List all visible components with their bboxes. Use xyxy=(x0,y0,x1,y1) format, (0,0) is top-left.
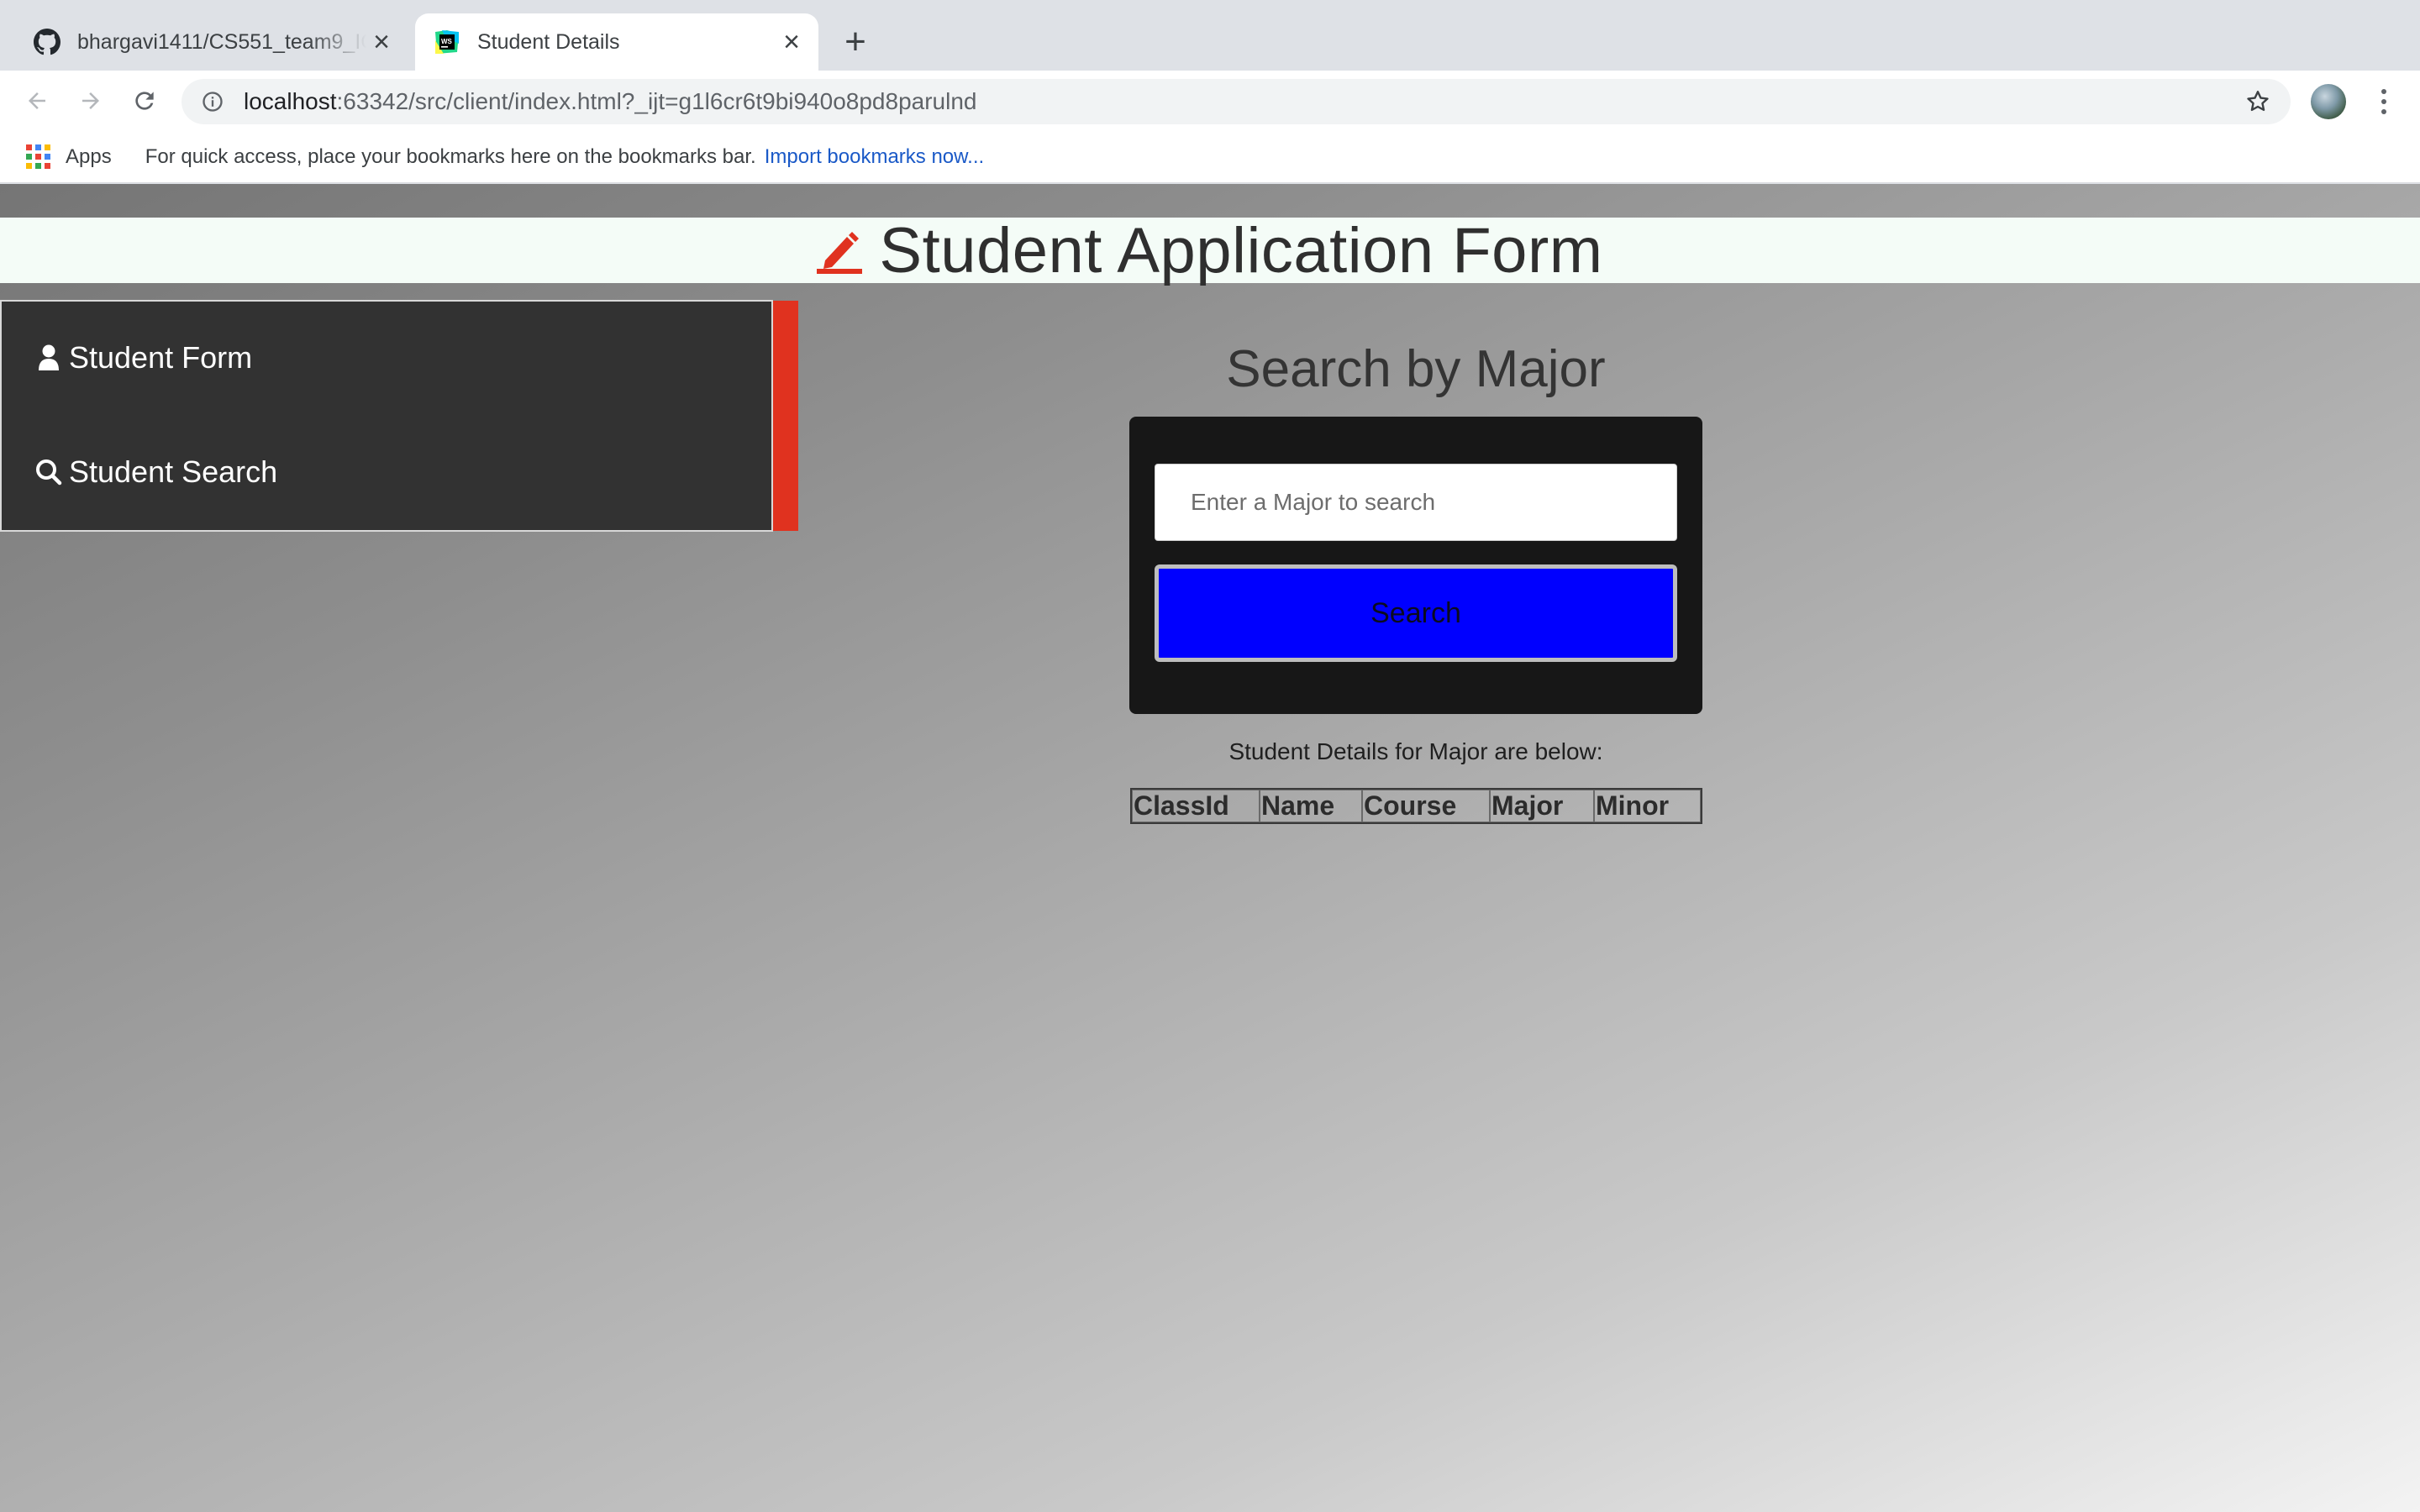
sidebar-item-label: Student Search xyxy=(69,454,278,489)
column-header-minor: Minor xyxy=(1594,790,1701,822)
url-text: localhost:63342/src/client/index.html?_i… xyxy=(244,88,976,115)
github-icon xyxy=(32,27,62,57)
reload-icon[interactable] xyxy=(124,81,165,121)
tab-title: bhargavi1411/CS551_team9_ICP xyxy=(77,29,366,54)
results-header-row: ClassId Name Course Major Minor xyxy=(1132,790,1701,822)
column-header-name: Name xyxy=(1260,790,1362,822)
results-caption: Student Details for Major are below: xyxy=(1228,738,1603,764)
column-header-course: Course xyxy=(1362,790,1490,822)
page-header: Student Application Form xyxy=(0,215,2420,286)
tab-strip: bhargavi1411/CS551_team9_ICP × WS Studen… xyxy=(0,0,2420,71)
page-title: Student Application Form xyxy=(879,214,1603,286)
sidebar-item-label: Student Form xyxy=(69,340,253,375)
browser-toolbar: localhost:63342/src/client/index.html?_i… xyxy=(0,71,2420,131)
sidebar: Student Form Student Search xyxy=(0,300,773,532)
pencil-icon xyxy=(817,232,863,274)
url-host: localhost xyxy=(244,88,337,114)
close-tab-icon[interactable]: × xyxy=(776,27,807,57)
close-tab-icon[interactable]: × xyxy=(366,27,397,57)
sidebar-item-student-form[interactable]: Student Form xyxy=(35,340,252,375)
results-table: ClassId Name Course Major Minor xyxy=(1130,788,1702,824)
info-icon[interactable] xyxy=(200,89,225,114)
search-heading: Search by Major xyxy=(1226,340,1606,398)
search-button[interactable]: Search xyxy=(1155,564,1677,662)
column-header-classid: ClassId xyxy=(1132,790,1260,822)
bookmarks-bar: Apps For quick access, place your bookma… xyxy=(0,131,2420,183)
page-viewport: Student Application Form Student Form St… xyxy=(0,184,2420,1512)
back-arrow-icon[interactable] xyxy=(17,81,57,121)
webstorm-icon: WS xyxy=(432,27,462,57)
tab-github[interactable]: bhargavi1411/CS551_team9_ICP × xyxy=(15,13,408,71)
new-tab-button[interactable]: + xyxy=(839,22,872,62)
search-panel: Search xyxy=(1129,417,1702,714)
bookmarks-hint: For quick access, place your bookmarks h… xyxy=(145,144,756,168)
apps-grid-icon[interactable] xyxy=(25,144,50,170)
sidebar-item-student-search[interactable]: Student Search xyxy=(35,454,277,490)
svg-text:WS: WS xyxy=(441,38,453,45)
profile-avatar[interactable] xyxy=(2311,84,2346,119)
major-search-input[interactable] xyxy=(1155,464,1677,541)
forward-arrow-icon[interactable] xyxy=(71,81,111,121)
tab-student-details[interactable]: WS Student Details × xyxy=(415,13,818,71)
user-icon xyxy=(35,344,62,371)
bookmark-star-icon[interactable] xyxy=(2244,87,2272,116)
column-header-major: Major xyxy=(1490,790,1594,822)
menu-kebab-icon[interactable] xyxy=(2371,82,2396,121)
url-path: :63342/src/client/index.html?_ijt=g1l6cr… xyxy=(336,88,977,114)
tab-title: Student Details xyxy=(477,29,620,54)
address-bar[interactable]: localhost:63342/src/client/index.html?_i… xyxy=(182,79,2291,124)
sidebar-accent-bar xyxy=(773,301,798,531)
search-icon xyxy=(35,459,62,486)
bookmark-apps[interactable]: Apps xyxy=(66,145,112,169)
import-bookmarks-link[interactable]: Import bookmarks now... xyxy=(765,145,984,169)
